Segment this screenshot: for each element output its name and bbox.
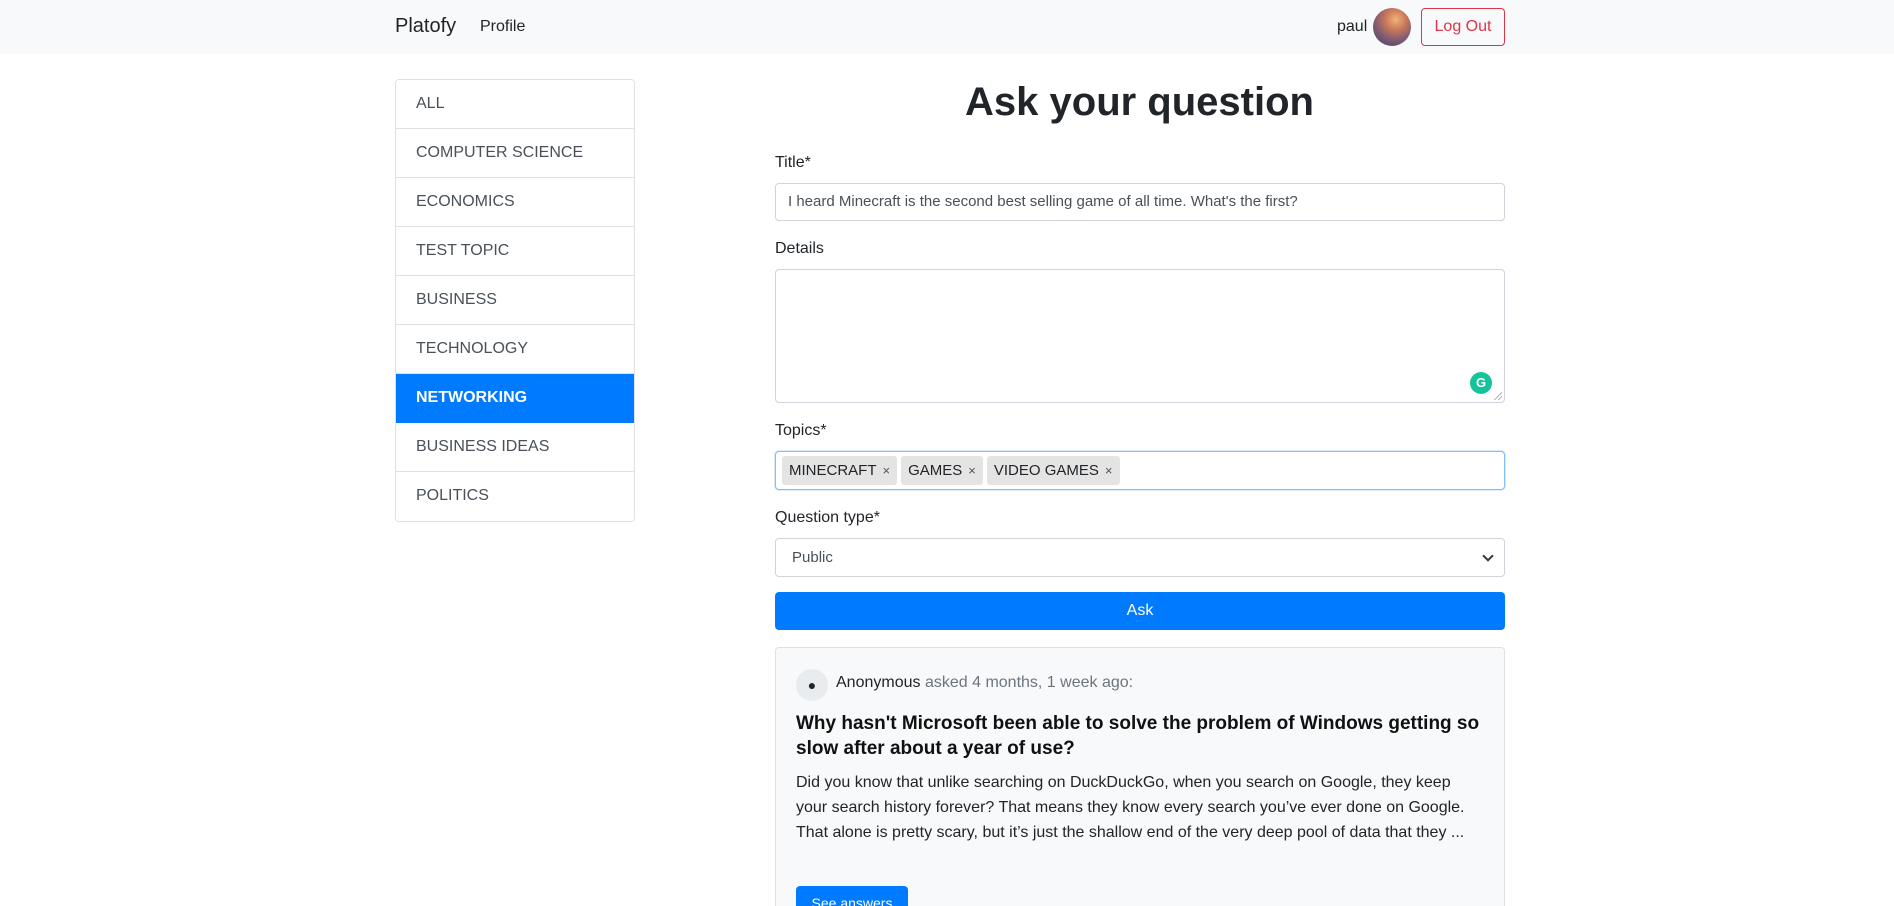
sidebar-item-test-topic[interactable]: TEST TOPIC <box>396 227 634 276</box>
navbar: Platofy Profile paul Log Out <box>0 0 1894 54</box>
ask-button[interactable]: Ask <box>775 592 1505 630</box>
topic-tag: VIDEO GAMES × <box>986 456 1120 485</box>
grammarly-icon[interactable]: G <box>1470 372 1492 394</box>
sidebar-item-business[interactable]: BUSINESS <box>396 276 634 325</box>
remove-tag-icon[interactable]: × <box>1105 463 1113 478</box>
brand-link[interactable]: Platofy <box>395 15 456 38</box>
sidebar-item-networking[interactable]: NETWORKING <box>396 374 634 423</box>
avatar[interactable] <box>1373 8 1411 46</box>
sidebar-item-business-ideas[interactable]: BUSINESS IDEAS <box>396 423 634 472</box>
chevron-down-icon <box>1482 550 1494 562</box>
topic-tag-label: MINECRAFT <box>789 462 877 479</box>
question-title[interactable]: Why hasn't Microsoft been able to solve … <box>796 711 1486 761</box>
topic-tag: GAMES × <box>901 456 983 485</box>
remove-tag-icon[interactable]: × <box>883 463 891 478</box>
question-excerpt: Did you know that unlike searching on Du… <box>796 774 1465 841</box>
resize-handle-icon[interactable] <box>1494 392 1502 400</box>
topic-tag-label: GAMES <box>908 462 963 479</box>
question-asked-time: asked 4 months, 1 week ago: <box>924 674 1134 691</box>
page-title: Ask your question <box>965 80 1314 124</box>
topics-input[interactable]: MINECRAFT × GAMES × VIDEO GAMES × <box>775 451 1505 490</box>
title-input[interactable]: I heard Minecraft is the second best sel… <box>775 183 1505 221</box>
question-meta: Anonymous asked 4 months, 1 week ago: <box>836 674 1133 692</box>
question-author[interactable]: Anonymous <box>836 674 921 691</box>
see-answers-button[interactable]: See answers <box>796 886 908 906</box>
topic-tag: MINECRAFT × <box>782 456 898 485</box>
sidebar-item-computer-science[interactable]: COMPUTER SCIENCE <box>396 129 634 178</box>
sidebar-item-politics[interactable]: POLITICS <box>396 472 634 521</box>
question-type-select[interactable]: Public <box>775 538 1505 577</box>
details-textarea[interactable]: G <box>775 269 1505 403</box>
sidebar-item-all[interactable]: ALL <box>396 80 634 129</box>
title-label: Title* <box>775 154 811 171</box>
details-label: Details <box>775 240 824 257</box>
anonymous-avatar-icon: ● <box>796 669 828 701</box>
question-type-label: Question type* <box>775 509 880 526</box>
username: paul <box>1337 18 1368 35</box>
question-type-value: Public <box>792 549 833 566</box>
logout-button[interactable]: Log Out <box>1421 8 1505 46</box>
profile-link[interactable]: Profile <box>480 18 525 36</box>
topic-sidebar: ALL COMPUTER SCIENCE ECONOMICS TEST TOPI… <box>395 79 635 522</box>
question-card: ● Anonymous asked 4 months, 1 week ago: … <box>775 647 1505 906</box>
topics-label: Topics* <box>775 422 827 439</box>
sidebar-item-economics[interactable]: ECONOMICS <box>396 178 634 227</box>
topic-tag-label: VIDEO GAMES <box>993 462 1099 479</box>
sidebar-item-technology[interactable]: TECHNOLOGY <box>396 325 634 374</box>
remove-tag-icon[interactable]: × <box>968 463 976 478</box>
